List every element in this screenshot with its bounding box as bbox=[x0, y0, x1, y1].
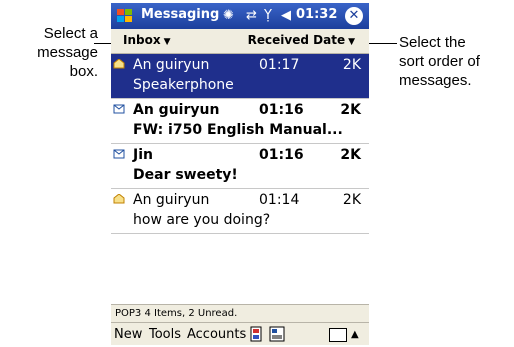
folder-dropdown[interactable]: Inbox ▼ bbox=[123, 33, 171, 47]
activesync-icon[interactable]: ✺ bbox=[223, 7, 234, 25]
connectivity-icon[interactable]: ⇄ bbox=[246, 7, 257, 25]
callout-line: sort order of bbox=[399, 53, 480, 70]
callout-line: box. bbox=[69, 63, 98, 80]
folder-label: Inbox bbox=[123, 33, 161, 47]
envelope-closed-icon bbox=[113, 149, 125, 159]
signal-off-icon[interactable]: Ỵ bbox=[264, 7, 272, 25]
app-title: Messaging bbox=[141, 7, 220, 22]
message-size: 2K bbox=[340, 102, 361, 118]
callout-line: Select a bbox=[43, 25, 98, 42]
menu-new[interactable]: New bbox=[114, 323, 142, 345]
send-receive-icon[interactable] bbox=[248, 326, 264, 342]
message-subject: how are you doing? bbox=[133, 212, 271, 228]
message-time: 01:16 bbox=[259, 147, 304, 163]
menu-tools[interactable]: Tools bbox=[149, 323, 181, 345]
list-item[interactable]: Jin 01:16 2K Dear sweety! bbox=[111, 144, 369, 189]
sort-dropdown[interactable]: Received Date ▼ bbox=[248, 33, 355, 47]
message-size: 2K bbox=[342, 192, 361, 208]
callout-line: message bbox=[37, 44, 98, 61]
sort-label: Received Date bbox=[247, 33, 346, 47]
menu-bar: New Tools Accounts ▲ bbox=[111, 322, 369, 345]
menu-accounts[interactable]: Accounts bbox=[187, 323, 246, 345]
folder-list-icon[interactable] bbox=[269, 326, 285, 342]
message-time: 01:17 bbox=[259, 57, 300, 73]
status-text: POP3 4 Items, 2 Unread. bbox=[115, 308, 238, 319]
close-button[interactable]: ✕ bbox=[345, 7, 363, 25]
envelope-open-icon bbox=[113, 194, 125, 204]
windows-start-icon[interactable] bbox=[115, 7, 135, 25]
message-size: 2K bbox=[342, 57, 361, 73]
input-menu-arrow-icon[interactable]: ▲ bbox=[351, 323, 359, 345]
message-size: 2K bbox=[340, 147, 361, 163]
message-time: 01:16 bbox=[259, 102, 304, 118]
callout-line: Select the bbox=[399, 34, 466, 51]
envelope-open-icon bbox=[113, 59, 125, 69]
callout-line: messages. bbox=[399, 72, 472, 89]
chevron-down-icon: ▼ bbox=[163, 37, 171, 47]
message-subject: Dear sweety! bbox=[133, 167, 238, 183]
message-sender: Jin bbox=[133, 147, 153, 163]
message-sender: An guiryun bbox=[133, 57, 210, 73]
message-time: 01:14 bbox=[259, 192, 300, 208]
message-subject: Speakerphone bbox=[133, 77, 234, 93]
list-item[interactable]: An guiryun 01:16 2K FW: i750 English Man… bbox=[111, 99, 369, 144]
clock[interactable]: 01:32 bbox=[296, 7, 337, 22]
title-bar: Messaging ✺ ⇄ Ỵ ◀ 01:32 ✕ bbox=[111, 3, 369, 29]
message-list: An guiryun 01:17 2K Speakerphone An guir… bbox=[111, 54, 369, 234]
message-sender: An guiryun bbox=[133, 192, 210, 208]
list-header: Inbox ▼ Received Date ▼ bbox=[111, 29, 369, 54]
device-screen: Messaging ✺ ⇄ Ỵ ◀ 01:32 ✕ Inbox ▼ Receive… bbox=[111, 3, 369, 345]
list-item[interactable]: An guiryun 01:17 2K Speakerphone bbox=[111, 54, 369, 99]
message-subject: FW: i750 English Manual... bbox=[133, 122, 343, 138]
chevron-down-icon: ▼ bbox=[348, 37, 355, 47]
envelope-closed-icon bbox=[113, 104, 125, 114]
volume-icon[interactable]: ◀ bbox=[281, 7, 291, 25]
message-sender: An guiryun bbox=[133, 102, 220, 118]
status-bar: POP3 4 Items, 2 Unread. bbox=[111, 304, 369, 323]
keyboard-icon[interactable] bbox=[329, 328, 347, 342]
callout-select-message-box: Select a message box. bbox=[0, 24, 98, 81]
list-item[interactable]: An guiryun 01:14 2K how are you doing? bbox=[111, 189, 369, 234]
callout-sort-order: Select the sort order of messages. bbox=[399, 33, 514, 90]
